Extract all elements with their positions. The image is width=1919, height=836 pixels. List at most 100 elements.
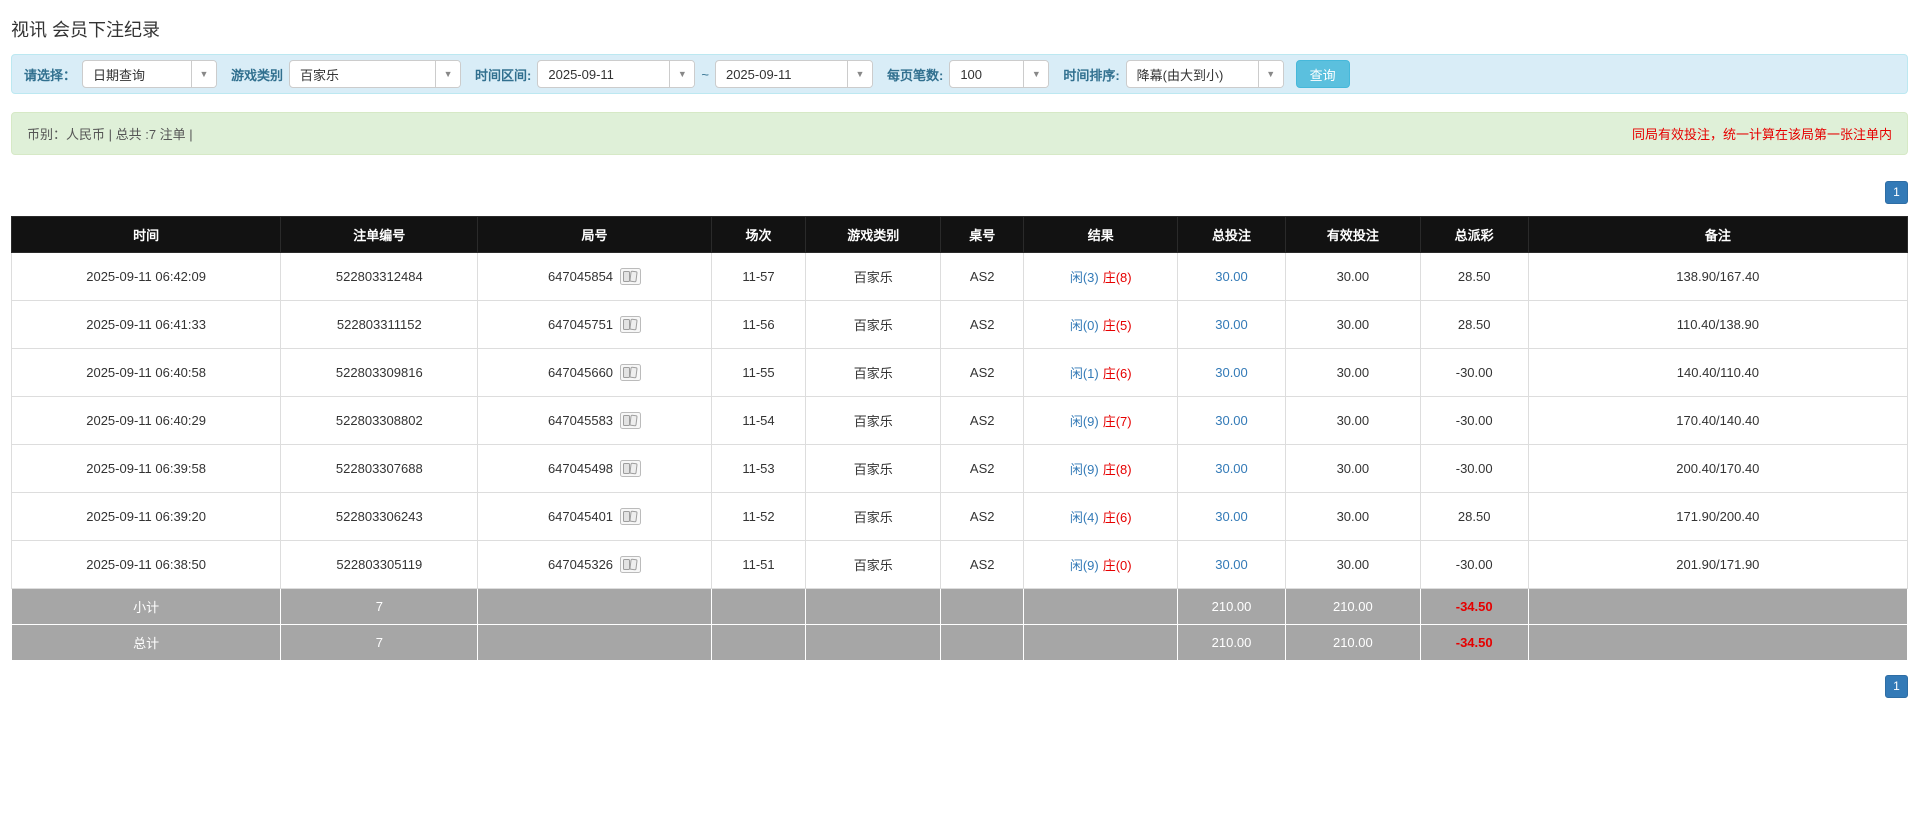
round-result-image-icon[interactable]	[620, 508, 642, 525]
result-banker: 庄(6)	[1102, 510, 1132, 525]
table-row: 2025-09-11 06:41:33 522803311152 647045751…	[10, 300, 1909, 349]
total-bet-cell: 30.00	[1176, 252, 1287, 301]
payout-cell: 28.50	[1419, 252, 1529, 301]
total-bet-cell: 30.00	[1176, 348, 1287, 397]
remark-cell: 140.40/110.40	[1527, 348, 1909, 397]
session-cell: 11-51	[710, 540, 807, 589]
round-id-cell: 647045583	[477, 396, 712, 445]
total-bet-link[interactable]: 30.00	[1215, 365, 1248, 380]
session-cell: 11-57	[710, 252, 807, 301]
round-id-text: 647045583	[547, 413, 614, 428]
query-type-value: 日期查询	[93, 67, 146, 83]
table-row: 2025-09-11 06:40:29 522803308802 647045583…	[10, 396, 1909, 445]
column-header: 局号	[477, 216, 712, 253]
subtotal-row-empty	[1527, 588, 1909, 625]
result-player: 闲(0)	[1069, 318, 1099, 333]
time-cell: 2025-09-11 06:40:29	[10, 396, 282, 445]
game-type-cell: 百家乐	[805, 492, 941, 541]
round-result-image-icon[interactable]	[620, 268, 642, 285]
search-button[interactable]: 查询	[1295, 60, 1350, 88]
round-result-image-icon[interactable]	[620, 364, 642, 381]
round-result-image-icon[interactable]	[620, 316, 642, 333]
bet-id-cell: 522803305119	[280, 540, 479, 589]
total-row-count: 7	[280, 624, 479, 661]
table-no-cell: AS2	[939, 444, 1025, 493]
table-row: 2025-09-11 06:39:58 522803307688 647045498…	[10, 444, 1909, 493]
remark-cell: 110.40/138.90	[1527, 300, 1909, 349]
game-type-cell: 百家乐	[805, 252, 941, 301]
total-row-empty	[477, 624, 712, 661]
page-button[interactable]: 1	[1885, 181, 1908, 204]
payout-cell: 28.50	[1419, 492, 1529, 541]
total-bet-link[interactable]: 30.00	[1215, 269, 1248, 284]
date-from-select[interactable]: 2025-09-11 ▼	[537, 60, 696, 88]
result-cell: 闲(9) 庄(0)	[1023, 540, 1178, 589]
result-cell: 闲(1) 庄(6)	[1023, 348, 1178, 397]
column-header: 游戏类别	[805, 216, 941, 253]
date-to-select[interactable]: 2025-09-11 ▼	[714, 60, 873, 88]
page-button[interactable]: 1	[1885, 675, 1908, 698]
bet-id-cell: 522803306243	[280, 492, 479, 541]
round-id-text: 647045401	[547, 509, 614, 524]
total-bet-link[interactable]: 30.00	[1215, 413, 1248, 428]
result-cell: 闲(9) 庄(7)	[1023, 396, 1178, 445]
game-type-cell: 百家乐	[805, 540, 941, 589]
total-row-label: 总计	[10, 624, 282, 661]
payout-cell: -30.00	[1419, 540, 1529, 589]
table-no-cell: AS2	[939, 396, 1025, 445]
round-id-cell: 647045326	[477, 540, 712, 589]
time-cell: 2025-09-11 06:41:33	[10, 300, 282, 349]
chevron-down-icon[interactable]: ▼	[669, 61, 695, 87]
total-bet-cell: 30.00	[1176, 492, 1287, 541]
valid-bet-cell: 30.00	[1285, 492, 1421, 541]
game-type-cell: 百家乐	[805, 396, 941, 445]
total-bet-link[interactable]: 30.00	[1215, 557, 1248, 572]
result-cell: 闲(0) 庄(5)	[1023, 300, 1178, 349]
date-from-value: 2025-09-11	[548, 66, 614, 82]
total-row-total-bet: 210.00	[1176, 624, 1287, 661]
round-id-text: 647045326	[547, 557, 614, 572]
total-row-payout: -34.50	[1419, 624, 1529, 661]
chevron-down-icon[interactable]: ▼	[1023, 61, 1049, 87]
chevron-down-icon[interactable]: ▼	[435, 61, 461, 87]
chevron-down-icon[interactable]: ▼	[1257, 61, 1283, 87]
result-banker: 庄(8)	[1102, 462, 1132, 477]
subtotal-row-empty	[1023, 588, 1178, 625]
round-result-image-icon[interactable]	[620, 556, 642, 573]
summary-bar: 币别：人民币 | 总共 :7 注单 | 同局有效投注，统一计算在该局第一张注单内	[11, 112, 1908, 155]
session-cell: 11-54	[710, 396, 807, 445]
subtotal-row-payout: -34.50	[1419, 588, 1529, 625]
round-result-image-icon[interactable]	[620, 412, 642, 429]
chevron-down-icon[interactable]: ▼	[846, 61, 872, 87]
round-id-cell: 647045401	[477, 492, 712, 541]
remark-cell: 201.90/171.90	[1527, 540, 1909, 589]
session-cell: 11-53	[710, 444, 807, 493]
round-id-cell: 647045751	[477, 300, 712, 349]
currency-total-text: 币别：人民币 | 总共 :7 注单 |	[27, 127, 193, 142]
chevron-down-icon[interactable]: ▼	[191, 61, 217, 87]
date-range-label: 时间区间:	[475, 67, 532, 83]
game-type-value: 百家乐	[300, 67, 340, 83]
filter-bar: 请选择： 日期查询 ▼ 游戏类别 百家乐 ▼ 时间区间: 2025-09-11 …	[11, 54, 1908, 94]
result-banker: 庄(0)	[1102, 558, 1132, 573]
round-result-image-icon[interactable]	[620, 460, 642, 477]
table-row: 2025-09-11 06:42:09 522803312484 647045854…	[10, 252, 1909, 301]
session-cell: 11-52	[710, 492, 807, 541]
round-id-cell: 647045660	[477, 348, 712, 397]
total-bet-link[interactable]: 30.00	[1215, 461, 1248, 476]
result-player: 闲(3)	[1069, 270, 1099, 285]
bet-id-cell: 522803308802	[280, 396, 479, 445]
game-type-select[interactable]: 百家乐 ▼	[289, 60, 462, 88]
result-cell: 闲(4) 庄(6)	[1023, 492, 1178, 541]
total-bet-link[interactable]: 30.00	[1215, 509, 1248, 524]
page-size-select[interactable]: 100 ▼	[949, 60, 1050, 88]
table-row: 2025-09-11 06:39:20 522803306243 647045401…	[10, 492, 1909, 541]
page-title: 视讯 会员下注纪录	[11, 20, 161, 40]
round-id-text: 647045498	[547, 461, 614, 476]
result-cell: 闲(9) 庄(8)	[1023, 444, 1178, 493]
bet-id-cell: 522803312484	[280, 252, 479, 301]
total-bet-link[interactable]: 30.00	[1215, 317, 1248, 332]
total-row-valid-bet: 210.00	[1285, 624, 1421, 661]
query-type-select[interactable]: 日期查询 ▼	[82, 60, 218, 88]
sort-select[interactable]: 降幕(由大到小) ▼	[1125, 60, 1284, 88]
